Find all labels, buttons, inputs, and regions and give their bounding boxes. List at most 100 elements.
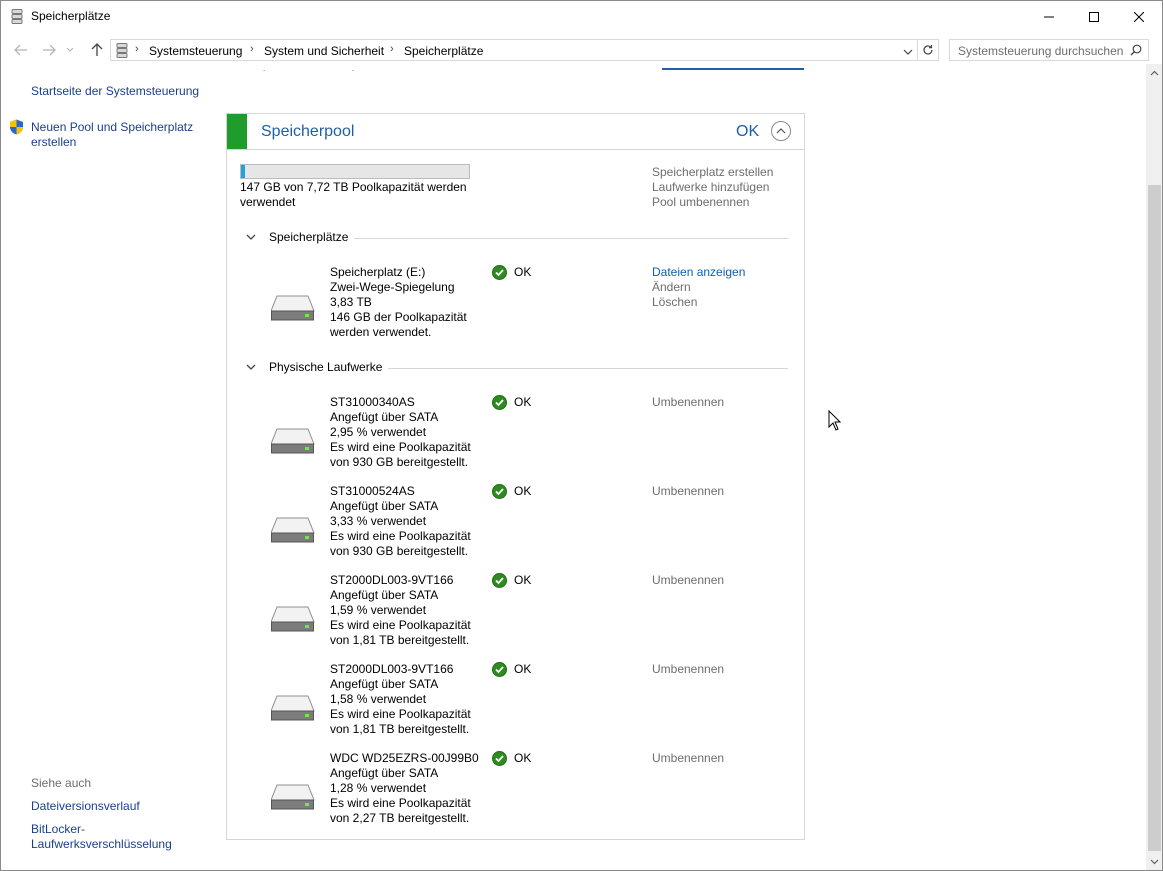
vertical-scrollbar[interactable] [1146,64,1162,870]
clipped-link-underline [662,68,804,70]
create-pool-link[interactable]: Neuen Pool und Speicherplatz erstellen [31,120,211,150]
drive-capacity-2: von 930 GB bereitgestellt. [330,544,469,558]
drive-capacity-1: Es wird eine Poolkapazität [330,529,471,543]
storage-space-usage-1: 146 GB der Poolkapazität [330,310,467,324]
breadcrumb-separator-icon[interactable]: › [250,43,254,55]
control-panel-home-link[interactable]: Startseite der Systemsteuerung [31,84,199,99]
minimize-icon [1044,16,1054,17]
up-button[interactable] [87,40,107,60]
search-input[interactable] [958,43,1128,58]
spaces-section-header[interactable]: Speicherplätze [242,230,788,246]
drive-usage: 3,33 % verwendet [330,514,427,528]
back-button[interactable] [11,40,31,60]
uac-shield-icon [9,119,24,138]
recent-locations-button[interactable] [63,40,77,60]
drives-section-title: Physische Laufwerke [269,360,389,374]
forward-button[interactable] [39,40,59,60]
drive-model: WDC WD25EZRS-00J99B0 [330,751,479,765]
up-arrow-icon [91,43,103,56]
ok-check-icon [492,395,507,413]
address-bar[interactable]: › Systemsteuerung › System und Sicherhei… [110,39,918,61]
physical-drive-item: WDC WD25EZRS-00J99B0 Angefügt über SATA … [227,751,804,831]
drive-model: ST2000DL003-9VT166 [330,573,454,587]
rename-pool-link[interactable]: Pool umbenennen [652,195,749,210]
scroll-up-button[interactable] [1146,64,1162,81]
maximize-button[interactable] [1071,1,1117,32]
hard-drive-icon [270,783,316,814]
add-drives-link[interactable]: Laufwerke hinzufügen [652,180,769,195]
drive-connection: Angefügt über SATA [330,410,439,424]
drive-usage: 1,58 % verwendet [330,692,427,706]
breadcrumb-speicherplaetze[interactable]: Speicherplätze [404,44,483,58]
breadcrumb-separator-icon[interactable]: › [390,43,394,55]
file-history-link[interactable]: Dateiversionsverlauf [31,799,140,814]
storage-space-usage-2: werden verwendet. [330,325,432,339]
create-space-link[interactable]: Speicherplatz erstellen [652,165,773,180]
rename-drive-link[interactable]: Umbenennen [652,573,724,588]
storage-space-name: Speicherplatz (E:) [330,265,426,279]
hard-drive-icon [270,294,316,325]
change-link[interactable]: Ändern [652,280,691,295]
drives-section-header[interactable]: Physische Laufwerke [242,360,788,376]
hard-drive-icon [270,605,316,636]
collapse-button[interactable] [771,121,791,141]
create-pool-link-line1[interactable]: Neuen Pool und Speicherplatz [31,120,211,135]
rename-drive-link[interactable]: Umbenennen [652,662,724,677]
chevron-down-icon [66,47,74,52]
create-pool-link-line2[interactable]: erstellen [31,135,211,150]
storage-space-item: Speicherplatz (E:) Zwei-Wege-Spiegelung … [227,265,804,345]
drive-capacity-1: Es wird eine Poolkapazität [330,618,471,632]
chevron-down-icon[interactable] [246,231,256,245]
physical-drive-item: ST2000DL003-9VT166 Angefügt über SATA 1,… [227,573,804,653]
drive-status: OK [514,751,532,765]
delete-link[interactable]: Löschen [652,295,697,310]
rename-drive-link[interactable]: Umbenennen [652,484,724,499]
chevron-down-icon[interactable] [246,361,256,375]
breadcrumb-system-und-sicherheit[interactable]: System und Sicherheit [264,44,384,58]
minimize-button[interactable] [1026,1,1072,32]
maximize-icon [1089,11,1099,22]
refresh-icon [922,45,933,55]
drive-capacity-2: von 930 GB bereitgestellt. [330,455,469,469]
pool-status-bar [227,114,247,149]
drive-capacity-2: von 1,81 TB bereitgestellt. [330,633,470,647]
drive-status: OK [514,395,532,409]
hard-drive-icon [270,516,316,547]
view-files-link[interactable]: Dateien anzeigen [652,265,745,280]
rename-drive-link[interactable]: Umbenennen [652,395,724,410]
pool-usage-fill [241,165,246,178]
drive-capacity-2: von 1,81 TB bereitgestellt. [330,722,470,736]
ok-check-icon [492,751,507,769]
pool-usage-bar [240,164,470,179]
drive-connection: Angefügt über SATA [330,766,439,780]
storage-space-size: 3,83 TB [330,295,372,309]
spaces-section-title: Speicherplätze [269,230,355,244]
bitlocker-link-line1[interactable]: BitLocker- [31,822,172,837]
close-icon [1134,11,1144,22]
storage-space-resiliency: Zwei-Wege-Spiegelung [330,280,455,294]
scroll-down-button[interactable] [1146,853,1162,870]
chevron-down-icon [1150,859,1159,864]
drive-model: ST31000524AS [330,484,415,498]
close-button[interactable] [1116,1,1162,32]
storage-spaces-icon [116,43,128,61]
drive-capacity-1: Es wird eine Poolkapazität [330,440,471,454]
refresh-button[interactable] [917,39,939,61]
pool-status: OK [736,123,760,140]
search-box[interactable] [949,39,1149,61]
search-icon[interactable] [1130,44,1142,59]
storage-space-details: Speicherplatz (E:) Zwei-Wege-Spiegelung … [330,265,480,340]
bitlocker-link[interactable]: BitLocker- Laufwerksverschlüsselung [31,822,172,852]
window-title: Speicherplätze [31,9,111,23]
bitlocker-link-line2[interactable]: Laufwerksverschlüsselung [31,837,172,852]
drive-details: ST2000DL003-9VT166 Angefügt über SATA 1,… [330,662,480,737]
chevron-up-icon [1150,70,1159,75]
rename-drive-link[interactable]: Umbenennen [652,751,724,766]
address-dropdown-icon[interactable] [903,45,913,59]
scrollbar-thumb[interactable] [1148,185,1161,851]
physical-drive-item: ST31000340AS Angefügt über SATA 2,95 % v… [227,395,804,475]
breadcrumb-systemsteuerung[interactable]: Systemsteuerung [149,44,242,58]
storage-pool-panel: Speicherpool OK 147 GB von 7,72 TB Poolk… [226,113,805,840]
drive-status: OK [514,573,532,587]
forward-arrow-icon [43,44,56,56]
